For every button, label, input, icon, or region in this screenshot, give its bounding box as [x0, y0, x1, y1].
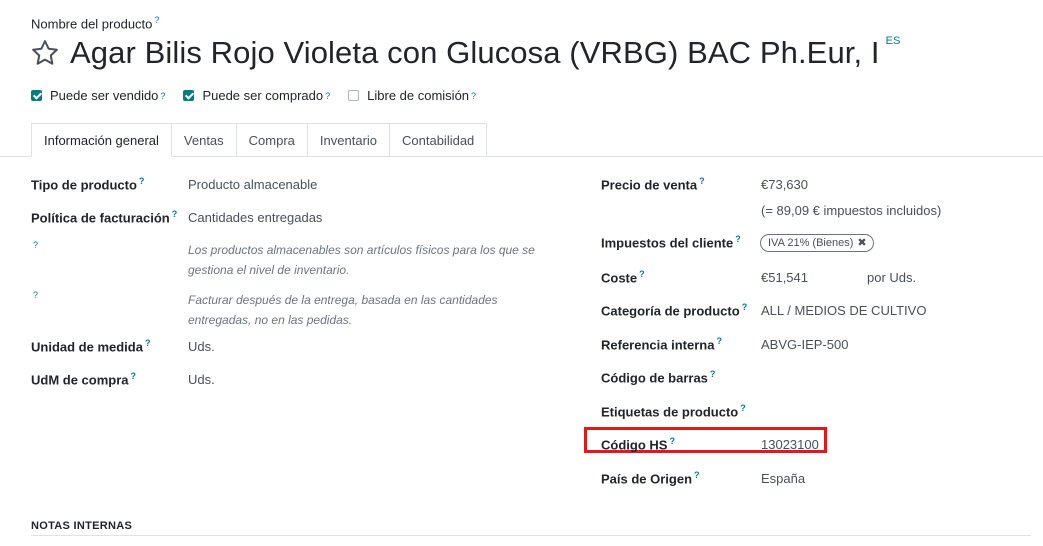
category-label: Categoría de producto? — [601, 302, 748, 319]
product-name-label: Nombre del producto? — [31, 15, 160, 32]
barcode-label: Código de barras? — [601, 369, 716, 386]
help-icon[interactable]: ? — [740, 403, 746, 413]
help-icon[interactable]: ? — [710, 369, 716, 379]
tab-inventory[interactable]: Inventario — [307, 123, 391, 157]
help-icon[interactable]: ? — [33, 290, 38, 300]
checkbox-checked-icon[interactable] — [31, 90, 42, 101]
help-icon[interactable]: ? — [471, 91, 476, 101]
tab-accounting[interactable]: Contabilidad — [390, 123, 488, 157]
customer-taxes-field[interactable]: IVA 21% (Bienes) ✖ — [760, 234, 874, 252]
country-of-origin-label: País de Origen? — [601, 470, 700, 487]
checkbox-unchecked-icon[interactable] — [348, 90, 360, 101]
help-icon[interactable]: ? — [33, 240, 38, 250]
cost-label: Coste? — [601, 269, 645, 286]
product-type-help-text: Los productos almacenables son artículos… — [188, 243, 535, 277]
product-tags-field[interactable] — [761, 401, 1021, 421]
cost-field[interactable]: €51,541 — [761, 270, 808, 285]
uom-field[interactable]: Uds. — [188, 339, 215, 354]
invoice-policy-label: Política de facturación? — [31, 209, 178, 226]
product-tags-label: Etiquetas de producto? — [601, 403, 746, 420]
purchase-uom-label: UdM de compra? — [31, 371, 137, 388]
help-icon[interactable]: ? — [716, 336, 722, 346]
help-icon[interactable]: ? — [154, 15, 159, 25]
help-icon[interactable]: ? — [699, 176, 705, 186]
help-icon[interactable]: ? — [145, 338, 151, 348]
internal-notes-divider — [31, 535, 1031, 536]
remove-tag-icon[interactable]: ✖ — [857, 235, 866, 251]
can-be-purchased-checkbox[interactable]: Puede ser comprado? — [183, 88, 330, 103]
category-field[interactable]: ALL / MEDIOS DE CULTIVO — [761, 303, 926, 318]
help-icon[interactable]: ? — [325, 91, 330, 101]
help-icon[interactable]: ? — [742, 302, 748, 312]
title-row: Agar Bilis Rojo Violeta con Glucosa (VRB… — [30, 33, 900, 73]
uom-label: Unidad de medida? — [31, 338, 151, 355]
barcode-field[interactable] — [761, 367, 1021, 387]
internal-notes-heading: NOTAS INTERNAS — [31, 520, 133, 532]
country-of-origin-field[interactable]: España — [761, 471, 805, 486]
purchase-uom-field[interactable]: Uds. — [188, 372, 215, 387]
customer-taxes-label: Impuestos del cliente? — [601, 234, 741, 251]
hs-code-label: Código HS? — [601, 436, 675, 453]
internal-reference-label: Referencia interna? — [601, 336, 722, 353]
tab-sales[interactable]: Ventas — [171, 123, 237, 157]
tab-purchase[interactable]: Compra — [236, 123, 308, 157]
commission-free-checkbox[interactable]: Libre de comisión? — [348, 88, 476, 103]
language-button[interactable]: ES — [886, 35, 901, 47]
product-name-field[interactable]: Agar Bilis Rojo Violeta con Glucosa (VRB… — [70, 35, 880, 71]
help-icon[interactable]: ? — [160, 91, 165, 101]
tax-tag: IVA 21% (Bienes) ✖ — [760, 234, 874, 252]
sale-price-label: Precio de venta? — [601, 176, 705, 193]
sale-price-field[interactable]: €73,630 — [761, 177, 808, 192]
internal-reference-field[interactable]: ABVG-IEP-500 — [761, 337, 848, 352]
product-type-field[interactable]: Producto almacenable — [188, 177, 317, 192]
help-icon[interactable]: ? — [694, 470, 700, 480]
notebook-tabs: Información general Ventas Compra Invent… — [31, 123, 488, 157]
checkbox-checked-icon[interactable] — [183, 90, 195, 101]
tab-general-information[interactable]: Información general — [31, 123, 172, 157]
sale-price-taxed-text: (= 89,09 € impuestos incluidos) — [761, 203, 942, 218]
help-icon[interactable]: ? — [639, 269, 645, 279]
product-type-label: Tipo de producto? — [31, 176, 145, 193]
cost-unit-text: por Uds. — [867, 270, 917, 285]
can-be-sold-checkbox[interactable]: Puede ser vendido? — [31, 88, 165, 103]
favorite-star-icon[interactable] — [30, 38, 60, 68]
help-icon[interactable]: ? — [669, 436, 675, 446]
hs-code-field[interactable]: 13023100 — [761, 437, 819, 452]
product-options: Puede ser vendido? Puede ser comprado? L… — [31, 88, 494, 103]
help-icon[interactable]: ? — [131, 371, 137, 381]
help-icon[interactable]: ? — [172, 209, 178, 219]
invoice-policy-field[interactable]: Cantidades entregadas — [188, 210, 322, 225]
help-icon[interactable]: ? — [735, 234, 741, 244]
help-icon[interactable]: ? — [139, 176, 145, 186]
invoice-policy-help-text: Facturar después de la entrega, basada e… — [188, 293, 498, 327]
